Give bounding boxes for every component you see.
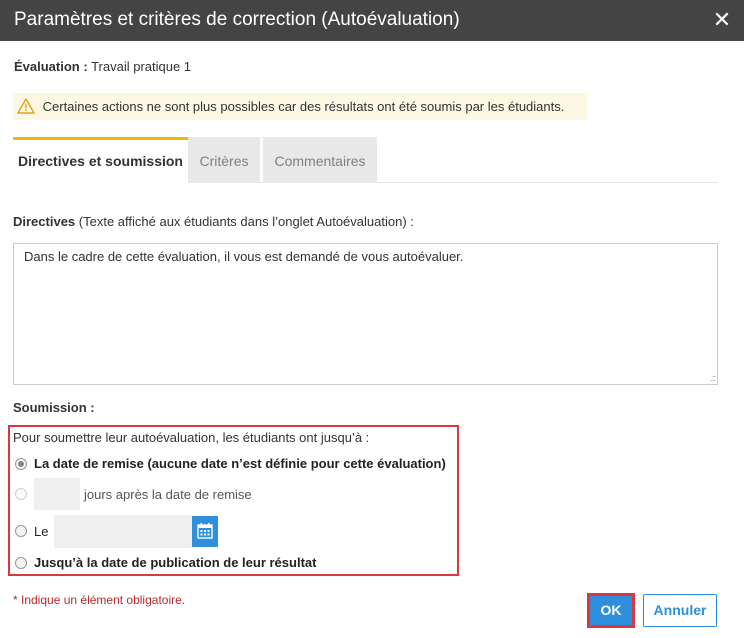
directives-hint: (Texte affiché aux étudiants dans l’ongl…: [78, 214, 414, 229]
directives-text: Dans le cadre de cette évaluation, il vo…: [24, 249, 464, 264]
directives-label-line: Directives (Texte affiché aux étudiants …: [13, 214, 414, 229]
date-input[interactable]: [54, 515, 192, 548]
tab-criteres[interactable]: Critères: [188, 137, 260, 183]
close-icon[interactable]: ✕: [708, 6, 736, 34]
dialog-titlebar: Paramètres et critères de correction (Au…: [0, 0, 744, 41]
option-jours-apres-label: jours après la date de remise: [84, 487, 252, 502]
radio-date-remise[interactable]: [15, 458, 27, 470]
warning-banner: Certaines actions ne sont plus possibles…: [13, 93, 587, 120]
directives-textarea[interactable]: Dans le cadre de cette évaluation, il vo…: [13, 243, 718, 385]
directives-label: Directives: [13, 214, 76, 229]
warning-icon: [17, 98, 35, 114]
radio-le-date[interactable]: [15, 525, 27, 537]
option-le-label: Le: [34, 524, 49, 539]
evaluation-line: Évaluation : Travail pratique 1: [14, 59, 191, 74]
radio-date-publication[interactable]: [15, 557, 27, 569]
option-date-publication-label: Jusqu’à la date de publication de leur r…: [34, 555, 317, 570]
option-date-remise-label: La date de remise (aucune date n’est déf…: [34, 456, 446, 471]
evaluation-value: Travail pratique 1: [91, 59, 192, 74]
tab-directives-soumission[interactable]: Directives et soumission: [13, 137, 188, 183]
dialog-title: Paramètres et critères de correction (Au…: [14, 9, 460, 30]
radio-jours-apres[interactable]: [15, 488, 27, 500]
cancel-button[interactable]: Annuler: [643, 594, 717, 627]
warning-text: Certaines actions ne sont plus possibles…: [42, 99, 565, 114]
evaluation-label: Évaluation :: [14, 59, 88, 74]
calendar-button[interactable]: [192, 516, 218, 547]
submission-label: Soumission :: [13, 400, 95, 415]
resize-grip-icon[interactable]: .::: [710, 373, 715, 383]
days-input[interactable]: [34, 478, 80, 510]
tab-commentaires[interactable]: Commentaires: [263, 137, 377, 183]
required-note: * Indique un élément obligatoire.: [13, 593, 186, 607]
calendar-icon: [197, 523, 213, 539]
submission-intro: Pour soumettre leur autoévaluation, les …: [13, 430, 370, 445]
ok-button[interactable]: OK: [587, 593, 635, 628]
tab-bar: Directives et soumission Critères Commen…: [13, 137, 718, 183]
